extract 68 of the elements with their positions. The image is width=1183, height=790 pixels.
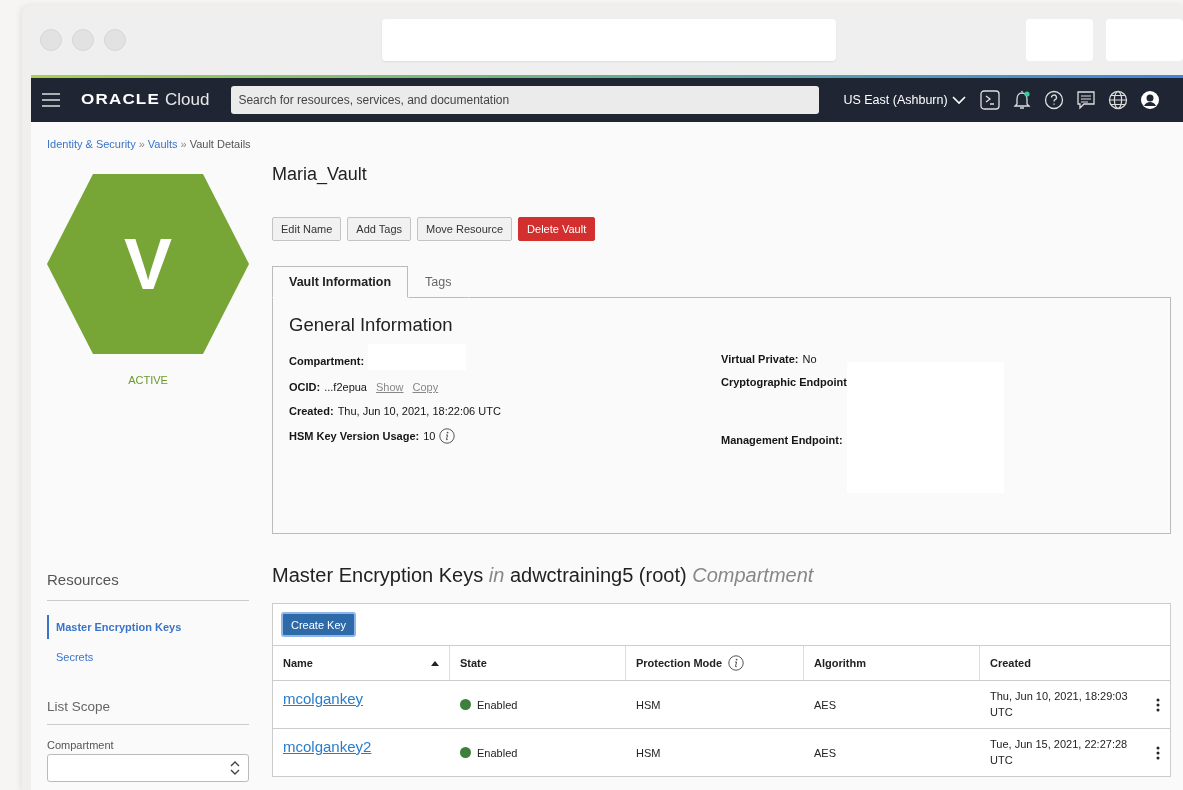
breadcrumb-link[interactable]: Vaults bbox=[147, 138, 178, 150]
sidebar-item[interactable]: Master Encryption Keys bbox=[47, 615, 249, 639]
badge-letter: V bbox=[124, 223, 172, 305]
help-icon[interactable] bbox=[1043, 90, 1064, 110]
field-label: Virtual Private: bbox=[721, 353, 799, 365]
profile-icon[interactable] bbox=[1139, 90, 1160, 110]
action-button[interactable]: Move Resource bbox=[417, 217, 513, 241]
table-cell: AES bbox=[814, 698, 836, 711]
oracle-logo[interactable]: ORACLE bbox=[81, 91, 160, 109]
field-label: Compartment bbox=[47, 739, 115, 751]
sidebar-heading: Resources bbox=[47, 571, 249, 601]
status-text: Enabled bbox=[477, 746, 518, 759]
vault-title: Maria_Vault bbox=[272, 164, 368, 185]
more-icon[interactable] bbox=[1156, 745, 1160, 760]
field-value: ...f2epua bbox=[324, 381, 367, 393]
search-field[interactable]: Search for resources, services, and documentation bbox=[231, 86, 820, 114]
table-cell: HSM bbox=[636, 698, 661, 711]
field-label: Management Endpoint: bbox=[721, 434, 844, 446]
sidebar-item[interactable]: Secrets bbox=[47, 645, 249, 669]
field-label: HSM Key Version Usage: bbox=[289, 430, 420, 442]
updown-icon bbox=[230, 761, 240, 775]
table-cell-text: Tue, Jun 15, 2021, 22:27:28 UTC bbox=[990, 736, 1129, 768]
info-icon[interactable] bbox=[439, 428, 456, 444]
sidebar-heading: List Scope bbox=[47, 699, 249, 725]
column-header[interactable]: State bbox=[460, 657, 487, 669]
field-value: Thu, Jun 10, 2021, 18:22:06 UTC bbox=[337, 405, 501, 417]
terminal-icon[interactable] bbox=[979, 90, 1000, 110]
sort-icon[interactable] bbox=[431, 659, 439, 667]
delete-button[interactable]: Delete Vault bbox=[518, 217, 596, 241]
field-link[interactable]: Show bbox=[376, 381, 404, 393]
breadcrumb-separator: » bbox=[138, 138, 145, 150]
breadcrumb-current: Vault Details bbox=[189, 138, 251, 150]
chevron-down-icon bbox=[951, 95, 966, 105]
column-header[interactable]: Name bbox=[283, 657, 313, 669]
field-link[interactable]: Copy bbox=[412, 381, 439, 393]
action-button[interactable]: Edit Name bbox=[272, 217, 342, 241]
status-text: Enabled bbox=[477, 698, 518, 711]
region-selector[interactable]: US East (Ashburn) bbox=[843, 93, 966, 107]
field-label: Created: bbox=[289, 405, 334, 417]
chat-icon[interactable] bbox=[1075, 90, 1096, 110]
key-link[interactable]: mcolgankey bbox=[283, 681, 364, 707]
action-button[interactable]: Add Tags bbox=[347, 217, 412, 241]
create-key-button[interactable]: Create Key bbox=[281, 612, 357, 637]
column-header[interactable]: Algorithm bbox=[814, 657, 866, 669]
breadcrumb-separator: » bbox=[180, 138, 187, 150]
field-value: 10 bbox=[423, 430, 436, 442]
bell-icon[interactable] bbox=[1011, 90, 1032, 110]
breadcrumb-link[interactable]: Identity & Security bbox=[47, 138, 136, 150]
more-icon[interactable] bbox=[1156, 697, 1160, 712]
info-icon[interactable] bbox=[728, 655, 745, 671]
section-title: Master Encryption Keys in adwctraining5 (root) Compartment bbox=[272, 564, 815, 587]
column-header[interactable]: Protection Mode bbox=[636, 657, 723, 669]
field-label: OCID: bbox=[289, 381, 321, 393]
menu-icon[interactable] bbox=[41, 92, 61, 108]
product-name: Cloud bbox=[165, 90, 210, 110]
field-label: Cryptographic Endpoint bbox=[721, 376, 847, 388]
section-title: General Information bbox=[289, 314, 454, 336]
status-label: ACTIVE bbox=[127, 374, 169, 386]
tab[interactable]: Vault Information bbox=[272, 266, 409, 298]
column-header[interactable]: Created bbox=[990, 657, 1031, 669]
field-label: Compartment: bbox=[289, 355, 365, 367]
key-link[interactable]: mcolgankey2 bbox=[283, 729, 372, 755]
field-value: No bbox=[802, 353, 817, 365]
tab[interactable]: Tags bbox=[408, 266, 469, 298]
globe-icon[interactable] bbox=[1107, 90, 1128, 110]
table-cell: AES bbox=[814, 746, 836, 759]
table-cell: HSM bbox=[636, 746, 661, 759]
table-cell-text: Thu, Jun 10, 2021, 18:29:03 UTC bbox=[990, 688, 1129, 720]
